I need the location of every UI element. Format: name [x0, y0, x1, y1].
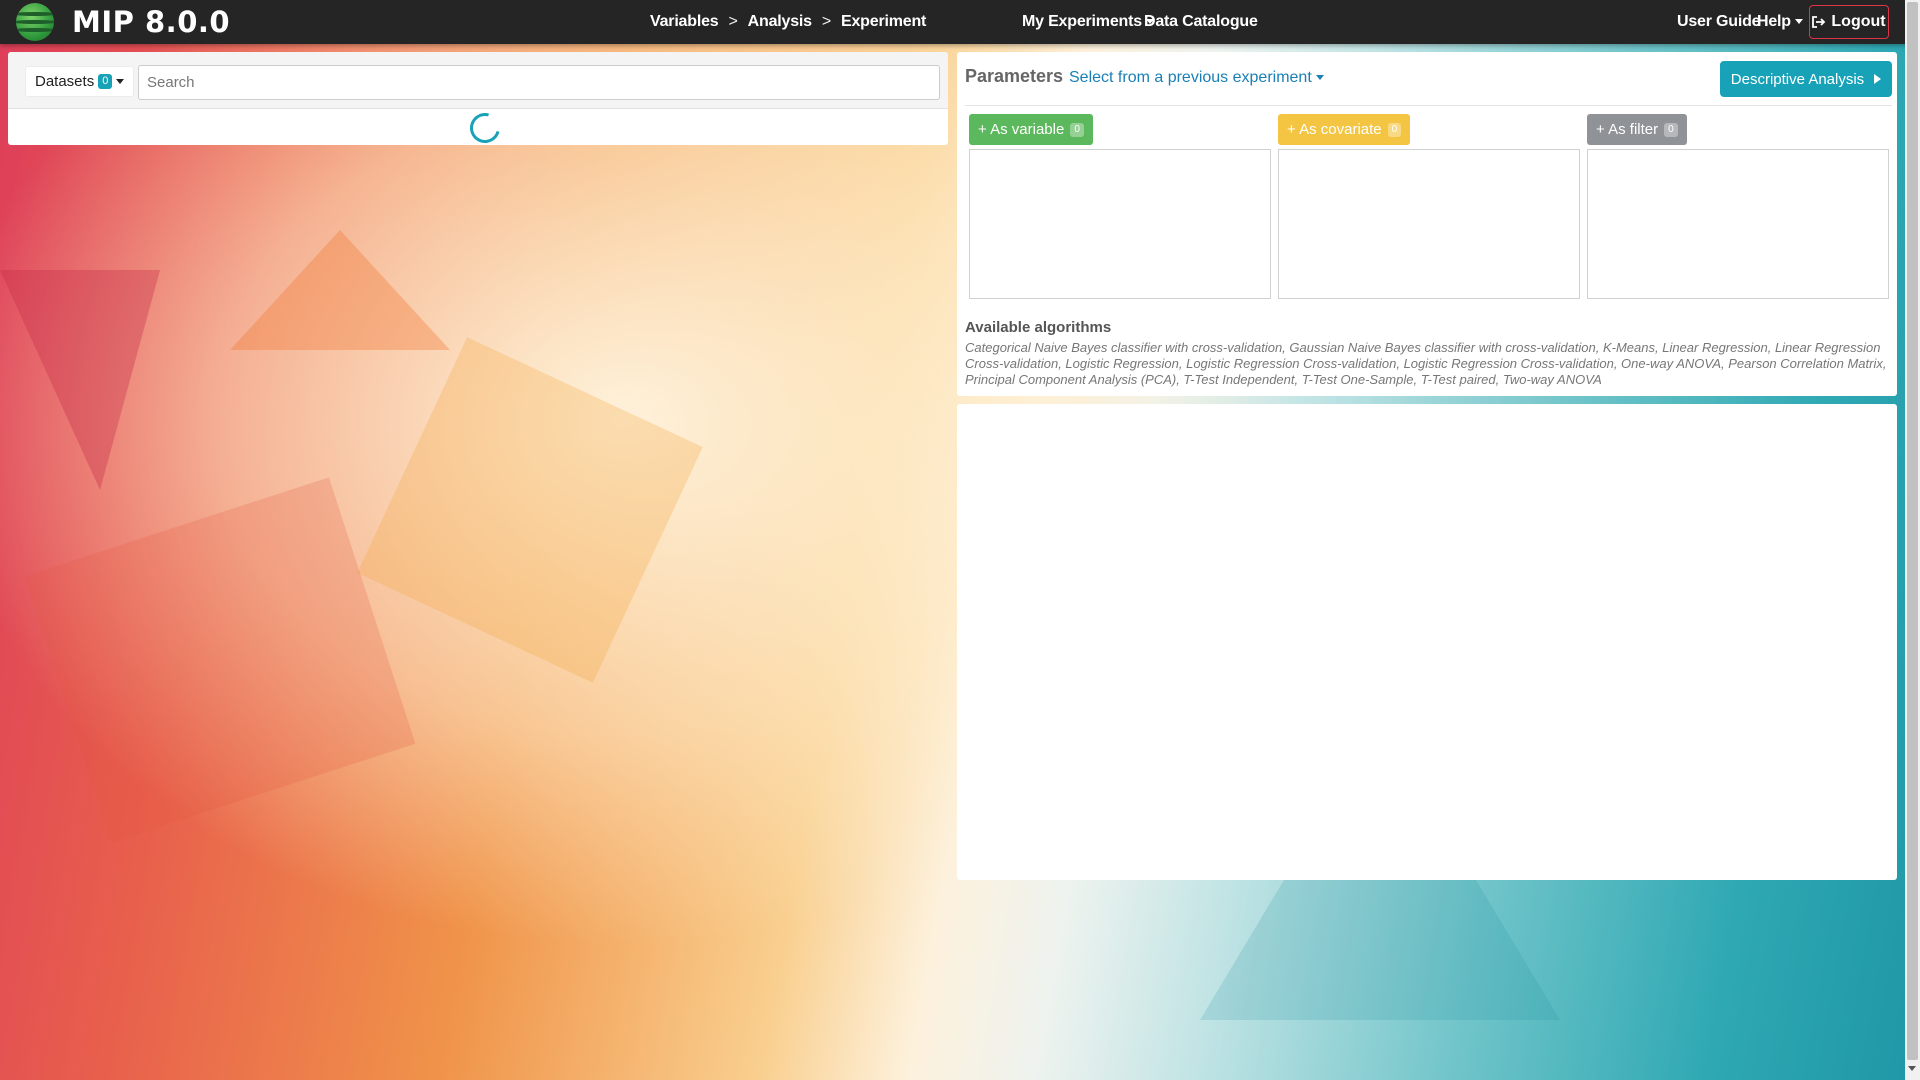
as-covariate-label: + As covariate	[1287, 121, 1382, 138]
brand-title: MIP 8.0.0	[72, 5, 231, 39]
breadcrumb-separator: >	[821, 13, 832, 30]
page-scrollbar[interactable]	[1905, 0, 1920, 1080]
breadcrumb-separator: >	[728, 13, 738, 30]
sign-out-icon	[1812, 16, 1826, 28]
breadcrumb-analysis[interactable]: Analysis	[748, 13, 812, 30]
variable-count-badge: 0	[1070, 122, 1084, 137]
top-navbar: MIP 8.0.0 Variables > Analysis > Experiment …	[0, 0, 1920, 44]
results-panel	[957, 404, 1897, 880]
search-input[interactable]	[138, 65, 940, 100]
descriptive-analysis-label: Descriptive Analysis	[1730, 70, 1865, 88]
scrollbar-thumb[interactable]	[1907, 2, 1918, 1060]
caret-down-icon	[1794, 19, 1803, 24]
caret-down-icon	[1315, 75, 1324, 80]
as-variable-label: + As variable	[978, 121, 1065, 138]
user-guide-link[interactable]: User Guide	[1677, 0, 1761, 44]
logout-label: Logout	[1831, 13, 1886, 30]
parameters-panel: Parameters Select from a previous experi…	[957, 52, 1897, 396]
as-filter-label: + As filter	[1596, 121, 1659, 138]
loading-spinner-icon	[464, 107, 506, 149]
background-shape	[230, 230, 450, 350]
help-dropdown[interactable]: Help	[1757, 0, 1803, 44]
add-as-covariate-button[interactable]: + As covariate 0	[1278, 114, 1411, 145]
filter-count-badge: 0	[1664, 122, 1678, 137]
available-algorithms-list: Categorical Naive Bayes classifier with …	[965, 340, 1887, 387]
my-experiments-label: My Experiments	[1022, 13, 1142, 30]
descriptive-analysis-button[interactable]: Descriptive Analysis	[1720, 61, 1892, 97]
background-shape	[24, 477, 416, 843]
datasets-dropdown[interactable]: Datasets 0	[25, 66, 135, 97]
variables-panel: Datasets 0	[8, 52, 948, 149]
select-previous-experiment-dropdown[interactable]: Select from a previous experiment	[1069, 69, 1324, 87]
logout-button[interactable]: Logout	[1809, 5, 1889, 39]
add-as-filter-button[interactable]: + As filter 0	[1587, 114, 1687, 145]
caret-down-icon	[116, 79, 125, 84]
background-shape	[357, 337, 703, 683]
parameters-title: Parameters	[965, 66, 1064, 86]
datasets-count-badge: 0	[98, 74, 113, 89]
play-icon	[1874, 74, 1882, 84]
help-label: Help	[1757, 13, 1791, 30]
datasets-label: Datasets	[35, 73, 95, 90]
variables-panel-header: Datasets 0	[8, 52, 948, 109]
covariate-count-badge: 0	[1387, 122, 1402, 137]
available-algorithms-title: Available algorithms	[965, 319, 1112, 336]
my-experiments-dropdown[interactable]: My Experiments	[1022, 0, 1154, 44]
breadcrumb-variables[interactable]: Variables	[650, 13, 719, 30]
breadcrumb: Variables > Analysis > Experiment	[650, 0, 926, 44]
mip-logo-icon	[16, 3, 54, 41]
scroll-down-arrow-icon[interactable]	[1908, 1066, 1916, 1071]
add-as-variable-button[interactable]: + As variable 0	[969, 114, 1093, 145]
brand[interactable]: MIP 8.0.0	[16, 3, 230, 41]
background-shape	[0, 270, 160, 490]
divider	[965, 105, 1892, 106]
data-catalogue-link[interactable]: Data Catalogue	[1144, 0, 1258, 44]
covariate-dropzone[interactable]	[1278, 149, 1580, 299]
filter-dropzone[interactable]	[1587, 149, 1889, 299]
select-previous-experiment-label: Select from a previous experiment	[1069, 69, 1312, 86]
breadcrumb-experiment[interactable]: Experiment	[841, 13, 926, 30]
variable-dropzone[interactable]	[969, 149, 1271, 299]
